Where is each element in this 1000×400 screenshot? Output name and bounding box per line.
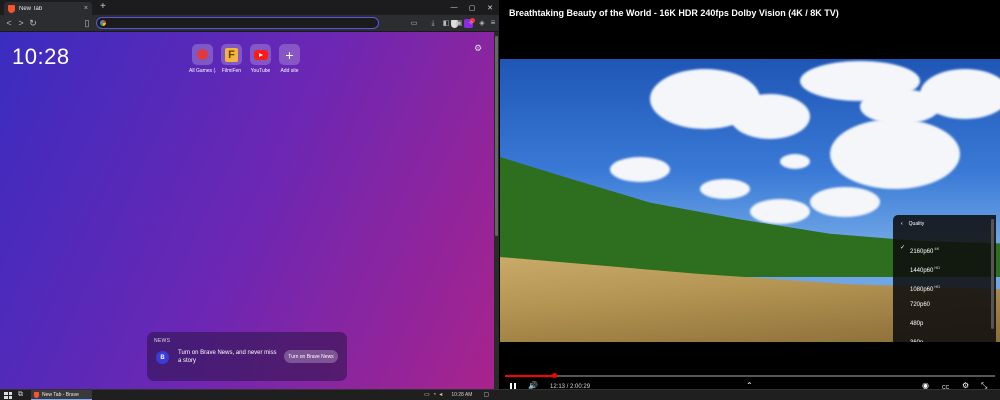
back-chevron-icon: ‹ [901,221,903,227]
quality-option-1080p60[interactable]: 1080p60HD [893,277,993,296]
download-icon[interactable]: ⤓ [427,17,439,29]
add-icon: + [279,44,300,65]
forward-button[interactable]: > [15,17,27,29]
top-site-label: Add site [280,68,299,74]
quality-options: ✓ 2160p604K 1440p60HD 1080p60HD 720p60 48… [893,239,993,342]
tab-strip: New Tab × + — ▢ ✕ [0,0,499,15]
wifi-icon[interactable]: ◔ [433,392,437,398]
network-icon[interactable]: ▭ [424,391,430,398]
check-icon: ✓ [900,245,906,251]
progress-bar[interactable] [505,373,995,378]
page-scrollbar[interactable] [494,32,499,389]
brave-news-icon: B [156,351,169,364]
games-icon [192,44,213,65]
top-site-filmifen[interactable]: F FilmiFen [219,44,244,74]
close-window-button[interactable]: ✕ [481,0,499,15]
new-tab-button[interactable]: + [100,1,106,13]
reload-button[interactable]: ↻ [27,17,39,29]
notification-icon[interactable]: ▢ [483,391,489,398]
top-site-youtube[interactable]: YouTube [248,44,273,74]
quality-menu-scrollbar[interactable] [991,219,994,329]
address-bar[interactable] [96,17,475,29]
system-tray: ▭ ◔ ◂ 10:28 AM ▢ [424,391,489,399]
new-tab-page: 10:28 ⚙ All Games (... F FilmiFen YouTub… [0,32,494,389]
quality-option-720p60[interactable]: 720p60 [893,296,993,315]
top-site-all-games[interactable]: All Games (... [189,44,216,74]
brave-icon [8,4,15,13]
news-message: Turn on Brave News, and never miss a sto… [178,350,277,364]
filmifen-icon: F [221,44,242,65]
google-icon [100,20,106,26]
tab-close-icon[interactable]: × [84,5,88,12]
gear-icon[interactable]: ⚙ [474,43,482,54]
sidebar-icon[interactable]: ◧ [440,17,452,29]
browser-toolbar: < > ↻ ▯ ▭ ⤓ ◧ ▣ ✧ ◈ ≡ [0,15,499,32]
taskbar-clock[interactable]: 10:28 AM [451,392,472,398]
window-controls: — ▢ ✕ [445,0,499,15]
quality-menu-title: Quality [908,221,925,227]
bookmark-icon[interactable]: ▯ [81,17,93,29]
menu-icon[interactable]: ≡ [487,17,499,29]
video-player[interactable]: Breathtaking Beauty of the World - 16K H… [500,0,1000,391]
wallet-icon[interactable]: ▣ [453,17,465,29]
taskbar: ⧉ New Tab - Brave ▭ ◔ ◂ 10:28 AM ▢ [0,389,1000,400]
video-title: Breathtaking Beauty of the World - 16K H… [509,8,839,18]
top-site-label: FilmiFen [221,68,242,74]
taskbar-task-title: New Tab - Brave [42,391,79,398]
screen: New Tab × + — ▢ ✕ < > ↻ ▯ ▭ ⤓ ◧ ▣ ✧ ◈ ≡ … [0,0,1000,400]
scrollbar-thumb[interactable] [495,36,498,236]
quality-menu-header[interactable]: ‹ Quality [901,221,924,227]
news-caption: NEWS [154,338,171,344]
tab-title: New Tab [19,5,43,12]
top-sites: All Games (... F FilmiFen YouTube + Add … [189,44,302,74]
top-site-add[interactable]: + Add site [277,44,302,74]
youtube-icon [250,44,271,65]
tab-new-tab[interactable]: New Tab × [4,2,92,15]
quality-option-480p[interactable]: 480p [893,315,993,334]
brave-news-card: NEWS B Turn on Brave News, and never mis… [147,332,347,381]
progress-fill [505,375,555,377]
brave-icon [34,391,39,398]
top-site-label: YouTube [250,68,271,74]
minimize-button[interactable]: — [445,0,463,15]
maximize-button[interactable]: ▢ [463,0,481,15]
quality-option-360p[interactable]: 360p [893,334,993,342]
task-view-icon[interactable]: ⧉ [18,391,23,399]
top-site-label: All Games (... [189,68,216,74]
browser-window: New Tab × + — ▢ ✕ < > ↻ ▯ ▭ ⤓ ◧ ▣ ✧ ◈ ≡ … [0,0,499,389]
scrubber-knob[interactable] [551,373,557,378]
quality-menu: ‹ Quality ✓ 2160p604K 1440p60HD 1080p60HD … [893,215,996,342]
address-input[interactable] [109,18,339,28]
taskbar-brave-window[interactable]: New Tab - Brave [31,390,92,400]
volume-tray-icon[interactable]: ◂ [439,391,442,398]
ntp-clock: 10:28 [12,44,70,69]
cast-icon[interactable]: ▭ [408,17,420,29]
quality-option-1440p60[interactable]: 1440p60HD [893,258,993,277]
player-controls: 🔊 12:13 / 2:00:29 ⌃ ◉ CC ⚙ ⤡ [500,370,1000,391]
back-button[interactable]: < [3,17,15,29]
windows-start-icon[interactable] [4,392,12,399]
turn-on-news-button[interactable]: Turn on Brave News [284,350,338,363]
quality-option-2160p60[interactable]: ✓ 2160p604K [893,239,993,258]
